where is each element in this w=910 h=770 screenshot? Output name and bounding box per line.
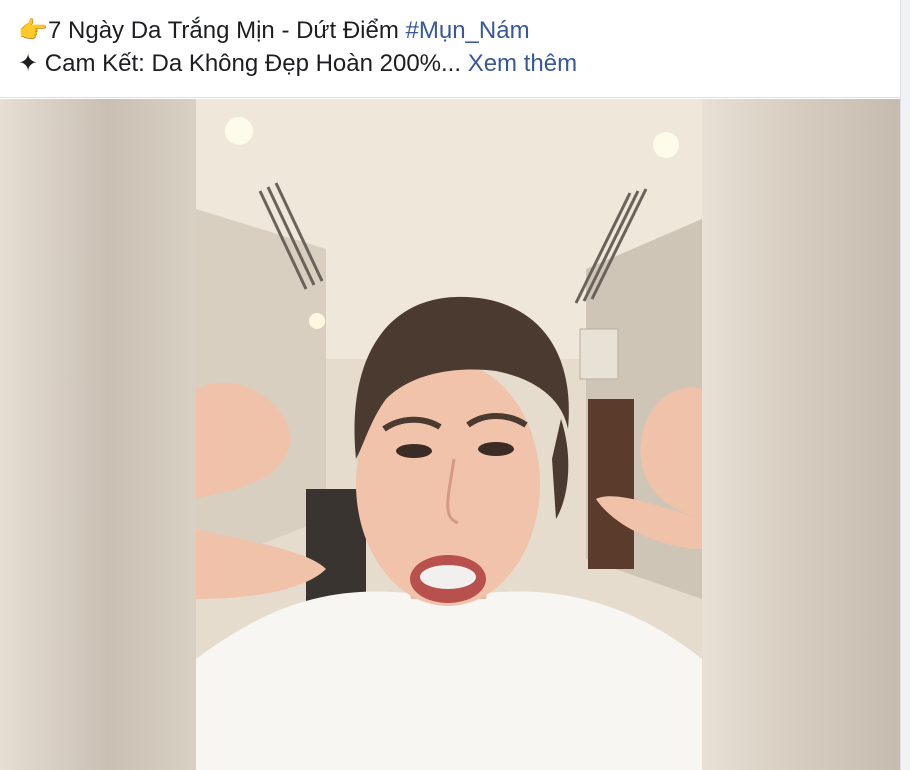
caption-line-1: 👉7 Ngày Da Trắng Mịn - Dứt Điểm #Mụn_Nám [18,14,900,47]
post-caption: 👉7 Ngày Da Trắng Mịn - Dứt Điểm #Mụn_Nám… [0,0,900,98]
see-more-link[interactable]: Xem thêm [468,50,577,77]
video-frame [196,99,702,770]
feed-post: 👉7 Ngày Da Trắng Mịn - Dứt Điểm #Mụn_Nám… [0,0,901,770]
video-blur-right [702,99,900,770]
video-player[interactable] [0,99,900,770]
hashtag-link[interactable]: #Mụn_Nám [406,17,530,44]
caption-title: 7 Ngày Da Trắng Mịn - Dứt Điểm [48,17,406,44]
pointing-hand-icon: 👉 [18,17,48,44]
sparkle-icon: ✦ [18,50,39,77]
caption-line-2: ✦ Cam Kết: Da Không Đẹp Hoàn 200%... Xem… [18,47,900,80]
caption-commitment: Cam Kết: Da Không Đẹp Hoàn 200%... [44,50,468,77]
video-blur-left [0,99,196,770]
